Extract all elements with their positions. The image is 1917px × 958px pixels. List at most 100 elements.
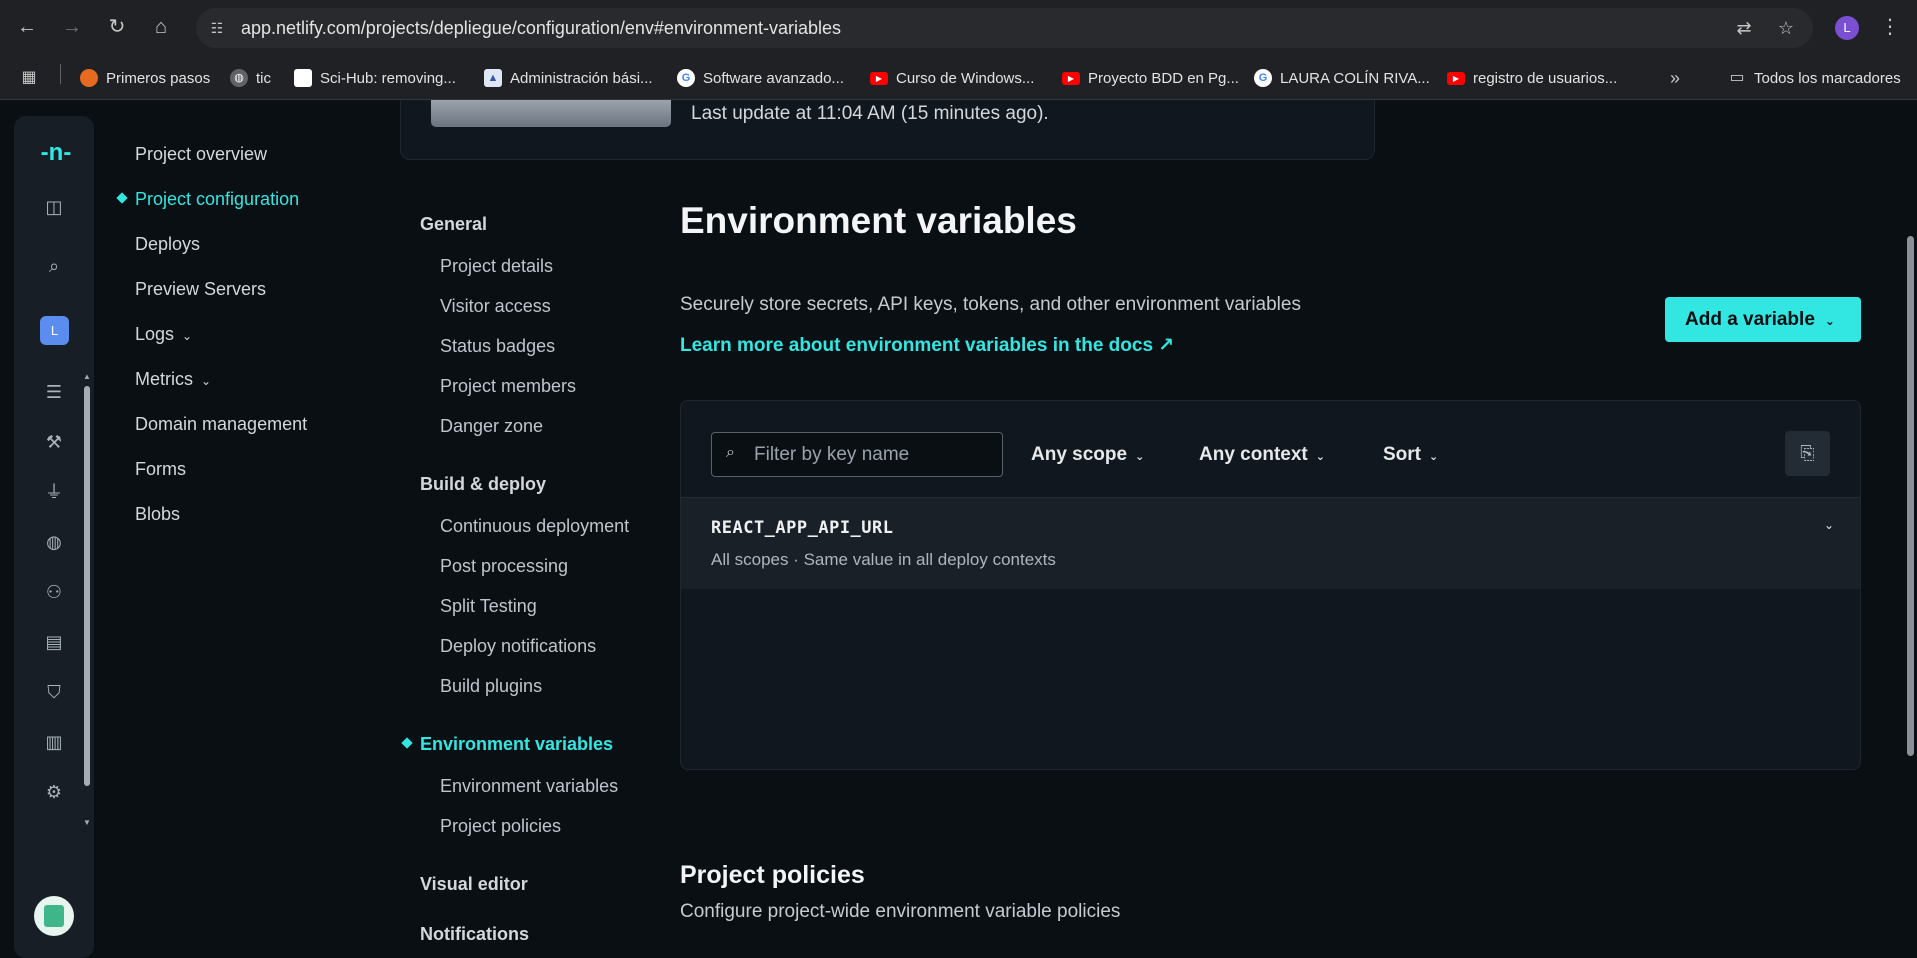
sort-dropdown[interactable]: Sort ⌄ — [1383, 444, 1438, 466]
subnav-item[interactable]: Project policies — [440, 816, 561, 837]
page-scrollbar[interactable] — [1904, 101, 1917, 958]
subnav-item[interactable]: Continuous deployment — [440, 516, 629, 537]
firefox-icon — [80, 69, 98, 87]
subnav-build-deploy[interactable]: Build & deploy — [420, 474, 546, 495]
nav-blobs[interactable]: Blobs — [135, 504, 180, 525]
deploy-screenshot-thumbnail[interactable] — [431, 100, 671, 127]
nav-logs[interactable]: Logs ⌄ — [135, 324, 192, 345]
scope-dropdown[interactable]: Any scope ⌄ — [1031, 444, 1144, 466]
nav-forms[interactable]: Forms — [135, 459, 186, 480]
search-icon[interactable]: ⌕ — [40, 252, 68, 280]
subnav-general[interactable]: General — [420, 214, 487, 235]
rail-scroll-thumb[interactable] — [84, 386, 90, 786]
site-icon: ▲ — [484, 69, 502, 87]
subnav-item[interactable]: Post processing — [440, 556, 568, 577]
scroll-up-icon[interactable]: ▲ — [82, 372, 92, 381]
home-icon[interactable]: ⌂ — [148, 14, 174, 40]
nav-metrics[interactable]: Metrics ⌄ — [135, 369, 211, 390]
chevron-down-icon: ⌄ — [1135, 451, 1145, 463]
more-bookmarks-icon[interactable]: » — [1670, 56, 1680, 100]
page-scroll-thumb[interactable] — [1907, 236, 1914, 756]
kebab-menu-icon[interactable]: ⋮ — [1880, 14, 1900, 40]
last-update-text: Last update at 11:04 AM (15 minutes ago)… — [691, 103, 1049, 124]
subnav-item[interactable]: Status badges — [440, 336, 555, 357]
layers-icon[interactable]: ☰ — [40, 378, 68, 406]
members-icon[interactable]: ⚇ — [40, 578, 68, 606]
netlify-logo-icon[interactable]: -n- — [36, 137, 76, 169]
nav-project-configuration[interactable]: Project configuration — [135, 189, 299, 210]
subnav-item[interactable]: Project details — [440, 256, 553, 277]
youtube-icon: ▶ — [1447, 71, 1465, 85]
google-icon: G — [677, 69, 695, 87]
bookmark-item[interactable]: ▶ Proyecto BDD en Pg... — [1062, 56, 1239, 100]
plug-icon[interactable]: ⏚ — [40, 478, 68, 506]
bookmark-item[interactable]: G Software avanzado... — [677, 56, 844, 100]
bookmarks-divider — [60, 64, 61, 84]
bookmark-star-icon[interactable]: ☆ — [1774, 16, 1798, 40]
sidebar-toggle-icon[interactable]: ◫ — [40, 193, 68, 221]
rail-scrollbar[interactable]: ▲ ▼ — [82, 372, 92, 827]
policies-title: Project policies — [680, 861, 865, 889]
user-avatar[interactable] — [34, 896, 74, 936]
billing-icon[interactable]: ▤ — [40, 628, 68, 656]
bookmark-item[interactable]: ▲ Administración bási... — [484, 56, 653, 100]
globe-icon[interactable]: ◍ — [40, 528, 68, 556]
all-bookmarks-folder[interactable]: ▭ Todos los marcadores — [1728, 56, 1900, 100]
bookmark-item[interactable]: Sci-Hub: removing... — [294, 56, 456, 100]
chevron-down-icon: ⌄ — [1824, 314, 1835, 328]
chevron-down-icon: ⌄ — [1315, 451, 1325, 463]
subnav-notifications[interactable]: Notifications — [420, 924, 529, 945]
nav-project-overview[interactable]: Project overview — [135, 144, 267, 165]
chevron-down-icon: ⌄ — [182, 329, 193, 343]
build-hammer-icon[interactable]: ⚒ — [40, 428, 68, 456]
table-row[interactable]: REACT_APP_API_URL All scopes · Same valu… — [681, 497, 1860, 589]
page-icon — [294, 69, 312, 87]
settings-gear-icon[interactable]: ⚙ — [40, 778, 68, 806]
translate-icon[interactable]: ⇄ — [1732, 16, 1756, 40]
reload-icon[interactable]: ↻ — [104, 14, 130, 40]
variable-key: REACT_APP_API_URL — [711, 518, 894, 538]
docs-book-icon[interactable]: ▥ — [40, 728, 68, 756]
subnav-visual-editor[interactable]: Visual editor — [420, 874, 528, 895]
profile-avatar[interactable]: L — [1835, 16, 1859, 40]
security-shield-icon[interactable]: ⛉ — [40, 678, 68, 706]
subnav-item[interactable]: Environment variables — [440, 776, 618, 797]
bookmark-item[interactable]: ▶ Curso de Windows... — [870, 56, 1034, 100]
chevron-down-icon[interactable]: ⌄ — [1824, 518, 1834, 532]
subnav-environment-variables[interactable]: Environment variables — [420, 734, 613, 755]
import-clipboard-icon[interactable]: ⎘ — [1785, 431, 1830, 476]
back-icon[interactable]: ← — [14, 14, 40, 40]
subnav-item[interactable]: Danger zone — [440, 416, 543, 437]
subnav-item[interactable]: Build plugins — [440, 676, 542, 697]
youtube-icon: ▶ — [870, 71, 888, 85]
filter-input[interactable] — [754, 442, 994, 468]
search-icon: ⌕ — [726, 444, 735, 461]
bookmarks-bar: ▦ Primeros pasos ◍ tic Sci-Hub: removing.… — [0, 56, 1917, 100]
apps-grid-icon[interactable]: ▦ — [20, 56, 46, 100]
filter-field[interactable]: ⌕ — [711, 432, 1003, 477]
policies-description: Configure project-wide environment varia… — [680, 901, 1121, 922]
nav-deploys[interactable]: Deploys — [135, 234, 200, 255]
site-info-icon[interactable]: ☷ — [208, 19, 226, 37]
nav-preview-servers[interactable]: Preview Servers — [135, 279, 266, 300]
variable-meta: All scopes · Same value in all deploy co… — [711, 550, 1056, 569]
context-dropdown[interactable]: Any context ⌄ — [1199, 444, 1325, 466]
address-bar[interactable]: ☷ app.netlify.com/projects/depliegue/con… — [196, 8, 1813, 48]
youtube-icon: ▶ — [1062, 71, 1080, 85]
folder-icon: ▭ — [1729, 69, 1745, 86]
nav-domain-management[interactable]: Domain management — [135, 414, 307, 435]
page-description: Securely store secrets, API keys, tokens… — [680, 294, 1301, 315]
add-variable-button[interactable]: Add a variable ⌄ — [1665, 297, 1861, 342]
bookmark-item[interactable]: G LAURA COLÍN RIVA... — [1254, 56, 1430, 100]
subnav-item[interactable]: Project members — [440, 376, 576, 397]
bookmark-item[interactable]: ▶ registro de usuarios... — [1447, 56, 1617, 100]
team-avatar[interactable]: L — [40, 316, 69, 345]
subnav-item[interactable]: Deploy notifications — [440, 636, 596, 657]
bookmark-item[interactable]: Primeros pasos — [80, 56, 210, 100]
forward-icon[interactable]: → — [59, 14, 85, 40]
bookmark-item[interactable]: ◍ tic — [230, 56, 271, 100]
subnav-item[interactable]: Split Testing — [440, 596, 537, 617]
docs-link[interactable]: Learn more about environment variables i… — [680, 334, 1174, 357]
subnav-item[interactable]: Visitor access — [440, 296, 551, 317]
scroll-down-icon[interactable]: ▼ — [82, 818, 92, 827]
